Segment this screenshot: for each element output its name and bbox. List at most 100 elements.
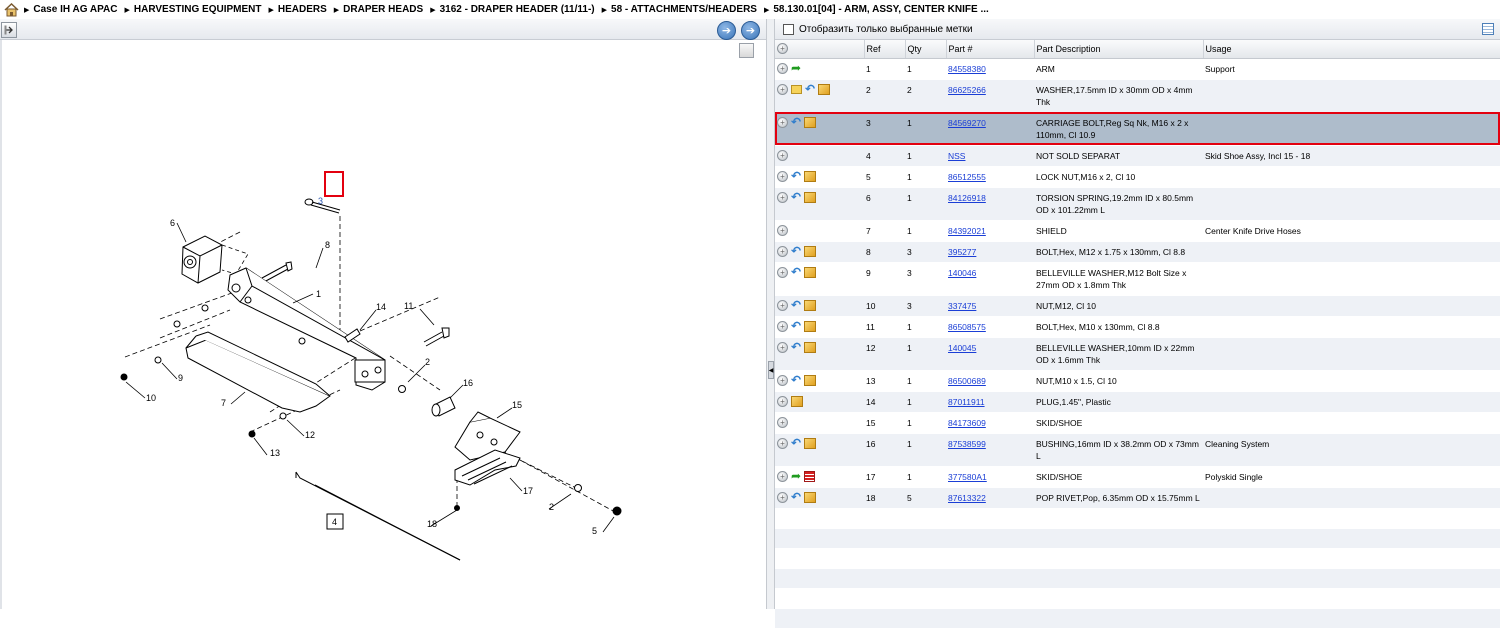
- callout-7[interactable]: 7: [221, 398, 226, 408]
- green-arrow-icon[interactable]: ➦: [791, 62, 801, 74]
- callout-11[interactable]: 11: [404, 301, 413, 311]
- plus-icon[interactable]: +: [777, 471, 788, 482]
- plus-icon[interactable]: +: [777, 438, 788, 449]
- blue-arrow-icon[interactable]: ↶: [791, 437, 801, 449]
- plus-icon[interactable]: +: [777, 192, 788, 203]
- table-row[interactable]: +4 1 NSS NOT SOLD SEPARAT Skid Shoe Assy, In…: [775, 145, 1500, 167]
- column-header-part[interactable]: Part #: [946, 40, 1035, 59]
- callout-16[interactable]: 16: [463, 378, 473, 388]
- callout-17[interactable]: 17: [523, 486, 533, 496]
- next-page-button[interactable]: ➔: [741, 21, 760, 40]
- table-row[interactable]: + ↶ 3 1 84569270 CARRIAGE BOLT,Reg Sq Nk, M16…: [775, 112, 1500, 146]
- part-number-link[interactable]: 84569270: [948, 118, 986, 128]
- plus-icon[interactable]: +: [777, 342, 788, 353]
- part-number-link[interactable]: 86512555: [948, 172, 986, 182]
- plus-icon[interactable]: +: [777, 396, 788, 407]
- part-number-link[interactable]: 84558380: [948, 64, 986, 74]
- callout-4[interactable]: 4: [332, 517, 337, 527]
- green-arrow-icon[interactable]: ➦: [791, 470, 801, 482]
- box-icon[interactable]: [804, 300, 817, 311]
- callout-8[interactable]: 8: [325, 240, 330, 250]
- table-row[interactable]: + ↶ 5 1 86512555 LOCK NUT,M16 x 2, Cl 10: [775, 166, 1500, 188]
- plus-icon[interactable]: +: [777, 225, 788, 236]
- callout-14[interactable]: 14: [376, 302, 386, 312]
- plus-icon[interactable]: +: [777, 43, 788, 55]
- callout-9[interactable]: 9: [178, 373, 183, 383]
- table-row[interactable]: + ↶ 16 1 87538599 BUSHING,16mm ID x 38.2mm OD…: [775, 433, 1500, 467]
- plus-icon[interactable]: +: [777, 300, 788, 311]
- blue-arrow-icon[interactable]: ↶: [805, 83, 815, 95]
- table-view-icon[interactable]: [1482, 23, 1494, 35]
- part-number-link[interactable]: 337475: [948, 301, 976, 311]
- expand-panel-button[interactable]: [1, 22, 17, 38]
- callout-15[interactable]: 15: [512, 400, 522, 410]
- blue-arrow-icon[interactable]: ↶: [791, 374, 801, 386]
- plus-icon[interactable]: +: [777, 267, 788, 278]
- previous-page-button[interactable]: ➔: [717, 21, 736, 40]
- table-row[interactable]: + ↶ 2 2 86625266 WASHER,17.5mm ID x 30mm OD x…: [775, 79, 1500, 113]
- table-row[interactable]: + ↶ 12 1 140045 BELLEVILLE WASHER,10mm ID x 2…: [775, 337, 1500, 371]
- table-row[interactable]: + ↶ 13 1 86500689 NUT,M10 x 1.5, Cl 10: [775, 370, 1500, 392]
- box-icon[interactable]: [818, 84, 831, 95]
- part-number-link[interactable]: 140045: [948, 343, 976, 353]
- table-row[interactable]: + ↶ 9 3 140046 BELLEVILLE WASHER,M12 Bolt Siz…: [775, 262, 1500, 296]
- table-row[interactable]: + ➦ 17 1 377580A1 SKID/SHOE Polyskid Single: [775, 466, 1500, 488]
- breadcrumb-item[interactable]: ▶ DRAPER HEADS: [334, 4, 423, 15]
- box-icon[interactable]: [804, 342, 817, 353]
- plus-icon[interactable]: +: [777, 492, 788, 503]
- box-icon[interactable]: [804, 246, 817, 257]
- plus-icon[interactable]: +: [777, 171, 788, 182]
- breadcrumb-item[interactable]: ▶ HEADERS: [268, 4, 326, 15]
- plus-icon[interactable]: +: [777, 117, 788, 128]
- breadcrumb-item[interactable]: ▶ 58.130.01[04] - ARM, ASSY, CENTER KNIFE…: [764, 4, 989, 15]
- pane-splitter[interactable]: ◀: [766, 19, 775, 609]
- table-row[interactable]: +15 1 84173609 SKID/SHOE: [775, 412, 1500, 434]
- part-number-link[interactable]: 84126918: [948, 193, 986, 203]
- table-row[interactable]: + ➦ 1 1 84558380 ARM Support: [775, 58, 1500, 80]
- plus-icon[interactable]: +: [777, 246, 788, 257]
- part-number-link[interactable]: 84392021: [948, 226, 986, 236]
- callout-6[interactable]: 6: [170, 218, 175, 228]
- expand-all-header[interactable]: +: [775, 40, 865, 59]
- collapse-handle[interactable]: ◀: [768, 361, 774, 379]
- table-row[interactable]: + ↶ 10 3 337475 NUT,M12, Cl 10: [775, 295, 1500, 317]
- table-row[interactable]: + ↶ 6 1 84126918 TORSION SPRING,19.2mm ID x 8…: [775, 187, 1500, 221]
- table-row[interactable]: +14 1 87011911 PLUG,1.45", Plastic: [775, 391, 1500, 413]
- column-header-description[interactable]: Part Description: [1034, 40, 1204, 59]
- table-row[interactable]: + ↶ 8 3 395277 BOLT,Hex, M12 x 1.75 x 130mm, …: [775, 241, 1500, 263]
- blue-arrow-icon[interactable]: ↶: [791, 245, 801, 257]
- table-row[interactable]: +7 1 84392021 SHIELD Center Knife Drive Hose…: [775, 220, 1500, 242]
- part-number-link[interactable]: 86508575: [948, 322, 986, 332]
- part-number-link[interactable]: 377580A1: [948, 472, 987, 482]
- plus-icon[interactable]: +: [777, 150, 788, 161]
- column-header-qty[interactable]: Qty: [905, 40, 947, 59]
- blue-arrow-icon[interactable]: ↶: [791, 320, 801, 332]
- note-icon[interactable]: [791, 85, 802, 94]
- table-row[interactable]: + ↶ 18 5 87613322 POP RIVET,Pop, 6.35mm OD x …: [775, 487, 1500, 509]
- box-icon[interactable]: [804, 492, 817, 503]
- part-number-link[interactable]: 86500689: [948, 376, 986, 386]
- column-header-ref[interactable]: Ref: [864, 40, 906, 59]
- part-number-link[interactable]: 87011911: [948, 397, 985, 407]
- box-icon[interactable]: [804, 117, 817, 128]
- box-icon[interactable]: [804, 171, 817, 182]
- part-number-link[interactable]: 87613322: [948, 493, 986, 503]
- show-selected-checkbox[interactable]: [783, 23, 794, 35]
- list-icon[interactable]: [804, 471, 816, 482]
- column-header-usage[interactable]: Usage: [1203, 40, 1500, 59]
- part-number-link[interactable]: 140046: [948, 268, 976, 278]
- plus-icon[interactable]: +: [777, 321, 788, 332]
- box-icon[interactable]: [791, 396, 803, 407]
- box-icon[interactable]: [804, 438, 817, 449]
- box-icon[interactable]: [804, 192, 817, 203]
- callout-12[interactable]: 12: [305, 430, 315, 440]
- blue-arrow-icon[interactable]: ↶: [791, 116, 801, 128]
- box-icon[interactable]: [804, 375, 817, 386]
- blue-arrow-icon[interactable]: ↶: [791, 170, 801, 182]
- breadcrumb-item[interactable]: ▶ 58 - ATTACHMENTS/HEADERS: [602, 4, 757, 15]
- breadcrumb-item[interactable]: ▶ Case IH AG APAC: [24, 4, 117, 15]
- callout-2b[interactable]: 2: [549, 502, 554, 512]
- blue-arrow-icon[interactable]: ↶: [791, 341, 801, 353]
- part-number-link[interactable]: 395277: [948, 247, 976, 257]
- table-row[interactable]: + ↶ 11 1 86508575 BOLT,Hex, M10 x 130mm, Cl 8…: [775, 316, 1500, 338]
